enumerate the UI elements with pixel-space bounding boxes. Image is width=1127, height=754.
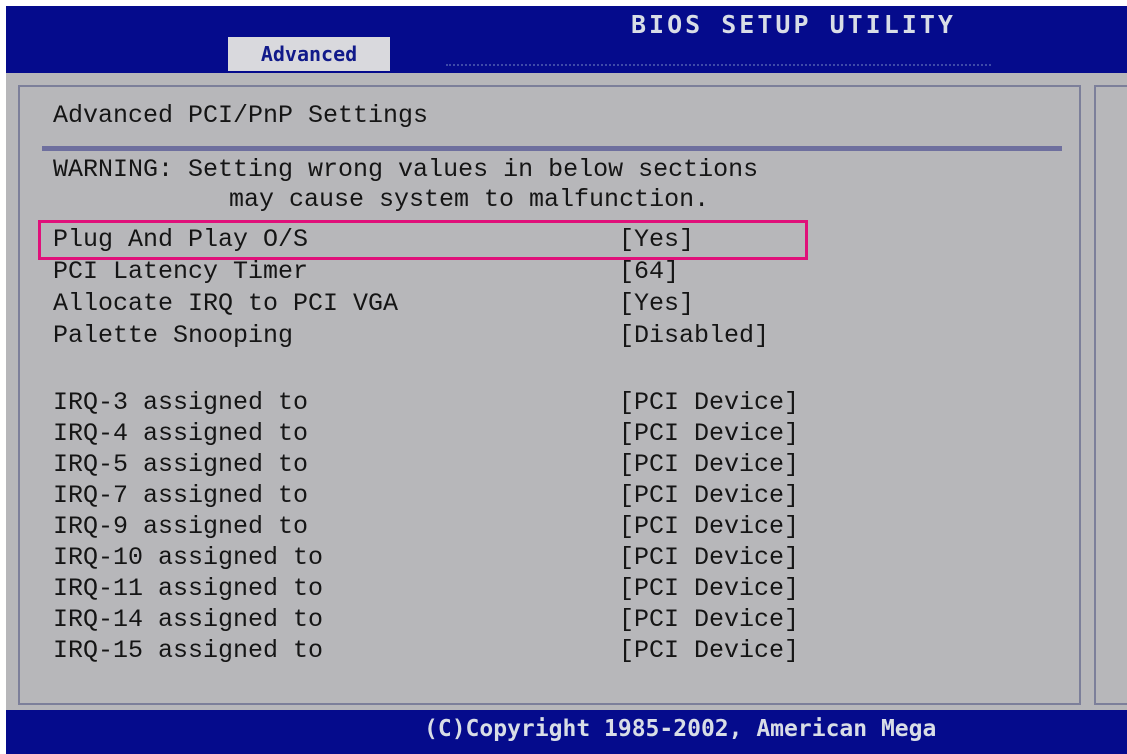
setting-label-plug-and-play[interactable]: Plug And Play O/S	[53, 226, 308, 254]
irq-value-4[interactable]: [PCI Device]	[619, 420, 799, 448]
irq-value-7[interactable]: [PCI Device]	[619, 482, 799, 510]
irq-label-10[interactable]: IRQ-10 assigned to	[53, 544, 323, 572]
irq-label-7[interactable]: IRQ-7 assigned to	[53, 482, 308, 510]
irq-value-10[interactable]: [PCI Device]	[619, 544, 799, 572]
irq-value-11[interactable]: [PCI Device]	[619, 575, 799, 603]
irq-value-3[interactable]: [PCI Device]	[619, 389, 799, 417]
bios-screen: BIOS SETUP UTILITY Advanced Advanced PCI…	[6, 6, 1127, 754]
irq-label-9[interactable]: IRQ-9 assigned to	[53, 513, 308, 541]
title-bar: BIOS SETUP UTILITY Advanced	[6, 6, 1127, 73]
irq-value-9[interactable]: [PCI Device]	[619, 513, 799, 541]
setting-label-pci-latency[interactable]: PCI Latency Timer	[53, 258, 308, 286]
irq-value-15[interactable]: [PCI Device]	[619, 637, 799, 665]
help-panel	[1094, 85, 1127, 705]
warning-line-2: may cause system to malfunction.	[229, 185, 710, 214]
copyright-text: (C)Copyright 1985-2002, American Mega	[424, 716, 937, 742]
irq-value-14[interactable]: [PCI Device]	[619, 606, 799, 634]
warning-line-1: WARNING: Setting wrong values in below s…	[53, 155, 759, 184]
irq-label-15[interactable]: IRQ-15 assigned to	[53, 637, 323, 665]
irq-label-4[interactable]: IRQ-4 assigned to	[53, 420, 308, 448]
irq-label-14[interactable]: IRQ-14 assigned to	[53, 606, 323, 634]
irq-label-5[interactable]: IRQ-5 assigned to	[53, 451, 308, 479]
setting-label-irq-vga[interactable]: Allocate IRQ to PCI VGA	[53, 290, 398, 318]
tab-advanced[interactable]: Advanced	[228, 37, 390, 71]
setting-value-irq-vga[interactable]: [Yes]	[619, 290, 694, 318]
setting-value-pci-latency[interactable]: [64]	[619, 258, 679, 286]
irq-label-11[interactable]: IRQ-11 assigned to	[53, 575, 323, 603]
setting-label-palette-snooping[interactable]: Palette Snooping	[53, 322, 293, 350]
bios-title: BIOS SETUP UTILITY	[631, 10, 956, 39]
setting-value-palette-snooping[interactable]: [Disabled]	[619, 322, 769, 350]
section-divider	[42, 146, 1062, 151]
irq-label-3[interactable]: IRQ-3 assigned to	[53, 389, 308, 417]
footer-bar: (C)Copyright 1985-2002, American Mega	[6, 710, 1127, 754]
setting-value-plug-and-play[interactable]: [Yes]	[619, 226, 694, 254]
page-title: Advanced PCI/PnP Settings	[53, 101, 429, 130]
irq-value-5[interactable]: [PCI Device]	[619, 451, 799, 479]
tab-divider	[446, 64, 991, 66]
